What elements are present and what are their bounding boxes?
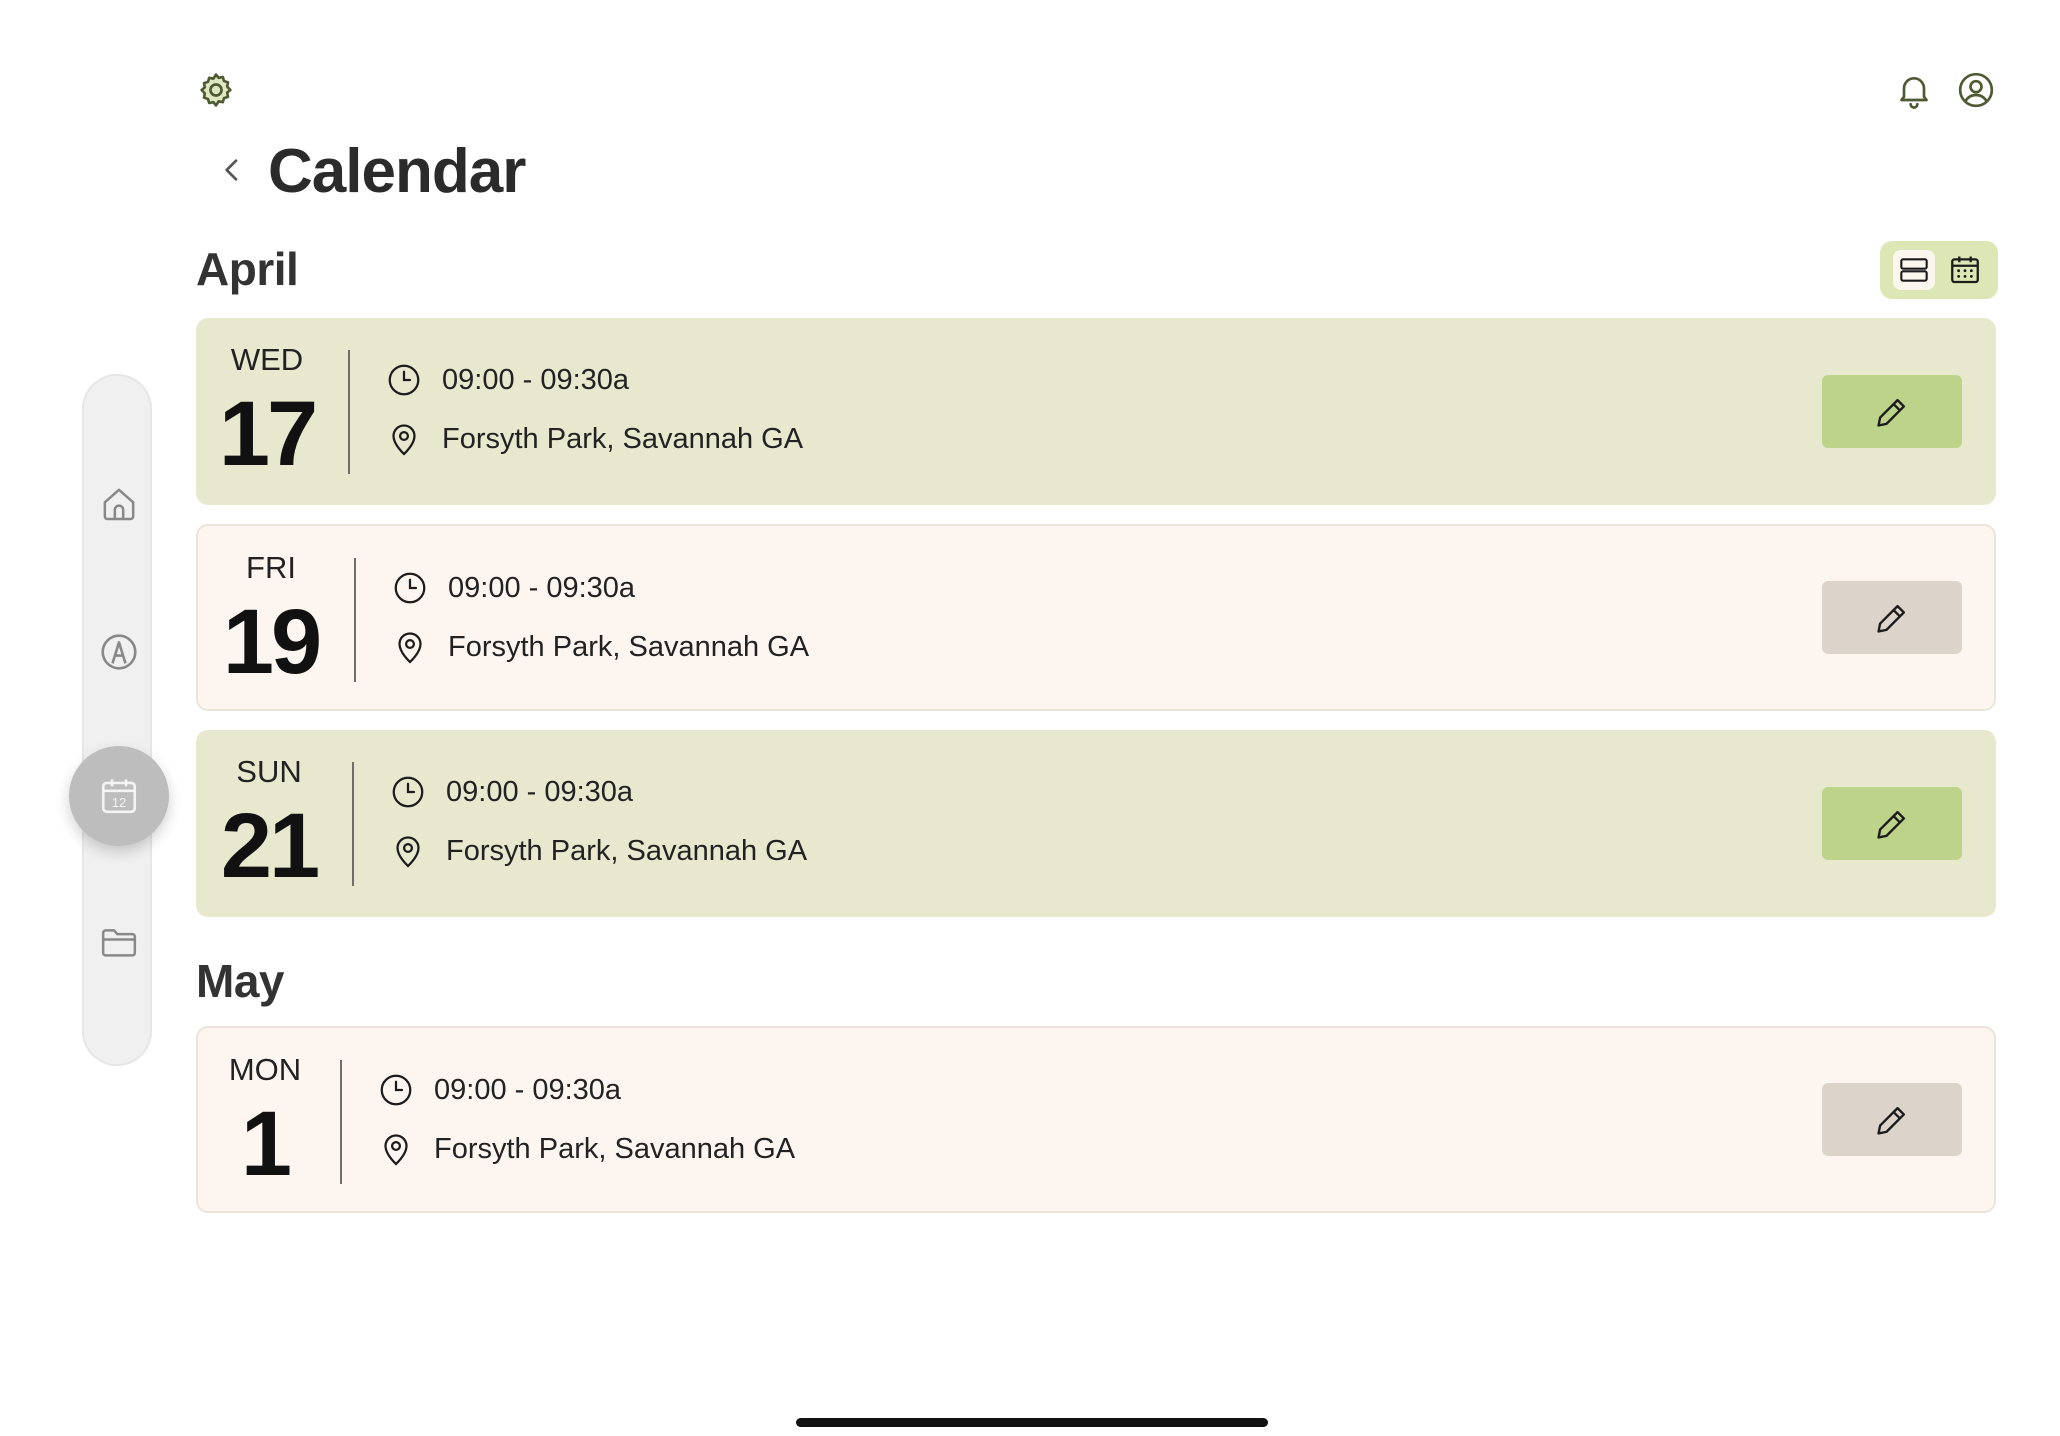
divider bbox=[354, 558, 356, 682]
event-location: Forsyth Park, Savannah GA bbox=[442, 422, 804, 455]
location-pin-icon bbox=[392, 628, 428, 666]
home-indicator-bar[interactable] bbox=[796, 1418, 1268, 1427]
event-location: Forsyth Park, Savannah GA bbox=[448, 630, 810, 663]
sidebar-item-calendar[interactable]: 12 bbox=[69, 746, 169, 846]
event-card-apr-17[interactable]: WED 17 09:00 - 09:30a Forsyth Park, Sava… bbox=[196, 318, 1996, 505]
event-day-of-week: SUN bbox=[236, 754, 302, 789]
page-title: Calendar bbox=[268, 137, 526, 206]
home-icon bbox=[99, 484, 139, 524]
calendar-view-button[interactable] bbox=[1944, 250, 1986, 290]
svg-text:12: 12 bbox=[112, 795, 127, 810]
edit-event-button[interactable] bbox=[1822, 375, 1962, 448]
month-heading-april: April bbox=[196, 243, 299, 295]
pencil-icon bbox=[1873, 1101, 1911, 1139]
event-time: 09:00 - 09:30a bbox=[448, 571, 636, 604]
clock-icon bbox=[390, 774, 426, 810]
event-card-may-1[interactable]: MON 1 09:00 - 09:30a Forsyth Park, Savan… bbox=[196, 1026, 1996, 1213]
event-card-apr-19[interactable]: FRI 19 09:00 - 09:30a Forsyth Park, Sava… bbox=[196, 524, 1996, 711]
folder-icon bbox=[98, 922, 140, 962]
calendar-view-icon bbox=[1948, 253, 1982, 287]
edit-event-button[interactable] bbox=[1822, 581, 1962, 654]
pencil-icon bbox=[1873, 393, 1911, 431]
event-time: 09:00 - 09:30a bbox=[434, 1073, 622, 1106]
event-day-of-week: WED bbox=[230, 342, 304, 377]
event-day-number: 21 bbox=[220, 795, 320, 897]
compass-a-icon bbox=[98, 631, 140, 673]
notification-bell-icon[interactable] bbox=[1888, 64, 1940, 116]
event-day-number: 17 bbox=[218, 383, 318, 485]
location-pin-icon bbox=[390, 832, 426, 870]
event-time: 09:00 - 09:30a bbox=[442, 363, 630, 396]
event-location: Forsyth Park, Savannah GA bbox=[446, 834, 808, 867]
sidebar-item-files[interactable] bbox=[91, 914, 147, 970]
clock-icon bbox=[386, 362, 422, 398]
event-day-of-week: FRI bbox=[246, 550, 296, 585]
location-pin-icon bbox=[386, 420, 422, 458]
sidebar-item-home[interactable] bbox=[91, 476, 147, 532]
divider bbox=[348, 350, 350, 474]
sidebar-item-explore[interactable] bbox=[91, 624, 147, 680]
clock-icon bbox=[392, 570, 428, 606]
event-day-of-week: MON bbox=[228, 1052, 302, 1087]
divider bbox=[340, 1060, 342, 1184]
view-toggle bbox=[1880, 241, 1998, 299]
pencil-icon bbox=[1873, 805, 1911, 843]
edit-event-button[interactable] bbox=[1822, 1083, 1962, 1156]
edit-event-button[interactable] bbox=[1822, 787, 1962, 860]
list-view-icon bbox=[1897, 254, 1931, 286]
location-pin-icon bbox=[378, 1130, 414, 1168]
month-heading-may: May bbox=[196, 955, 284, 1007]
list-view-button[interactable] bbox=[1893, 250, 1935, 290]
event-day-number: 1 bbox=[240, 1093, 292, 1195]
event-time: 09:00 - 09:30a bbox=[446, 775, 634, 808]
pencil-icon bbox=[1873, 599, 1911, 637]
event-card-apr-21[interactable]: SUN 21 09:00 - 09:30a Forsyth Park, Sava… bbox=[196, 730, 1996, 917]
divider bbox=[352, 762, 354, 886]
profile-avatar-icon[interactable] bbox=[1950, 64, 2002, 116]
event-day-number: 19 bbox=[222, 591, 322, 693]
clock-icon bbox=[378, 1072, 414, 1108]
calendar-12-icon: 12 bbox=[98, 775, 140, 817]
event-location: Forsyth Park, Savannah GA bbox=[434, 1132, 796, 1165]
back-chevron-icon[interactable] bbox=[206, 144, 258, 196]
settings-gear-icon[interactable] bbox=[190, 64, 242, 116]
